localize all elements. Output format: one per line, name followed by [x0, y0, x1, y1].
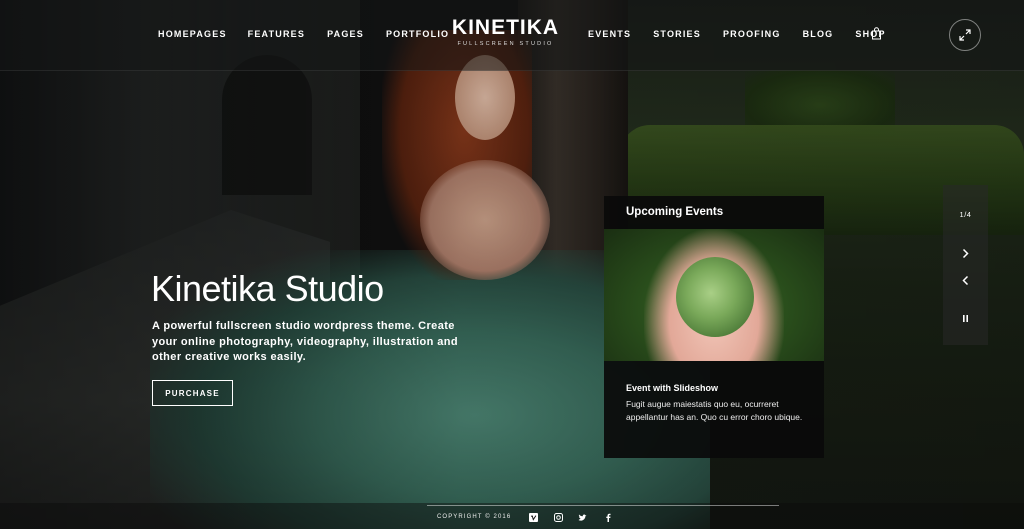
upcoming-events-panel: Upcoming Events Event with Slideshow Fug…: [604, 196, 824, 458]
vignette-overlay: [0, 0, 1024, 529]
logo-title: KINETIKA: [451, 16, 560, 39]
pause-icon[interactable]: [960, 313, 971, 324]
vimeo-icon[interactable]: [529, 513, 538, 522]
facebook-icon[interactable]: [604, 513, 613, 522]
event-description: Fugit augue maiestatis quo eu, ocurreret…: [626, 399, 803, 422]
slider-controls: 1/4: [943, 185, 988, 345]
purchase-button[interactable]: PURCHASE: [152, 380, 233, 406]
expand-icon: [959, 29, 971, 41]
site-logo[interactable]: KINETIKA FULLSCREEN STUDIO: [448, 17, 563, 47]
nav-proofing[interactable]: PROOFING: [723, 29, 781, 39]
nav-events[interactable]: EVENTS: [588, 29, 631, 39]
footer-divider: [427, 505, 779, 506]
hero-description: A powerful fullscreen studio wordpress t…: [152, 320, 458, 363]
nav-features[interactable]: FEATURES: [248, 29, 305, 39]
hero-background: [0, 0, 1024, 529]
site-header: HOMEPAGES FEATURES PAGES PORTFOLIO KINET…: [0, 0, 1024, 71]
event-thumbnail[interactable]: [604, 229, 824, 361]
hero-title: Kinetika Studio: [151, 268, 384, 309]
nav-portfolio[interactable]: PORTFOLIO: [386, 29, 449, 39]
next-arrow-icon[interactable]: [960, 248, 971, 259]
prev-arrow-icon[interactable]: [960, 275, 971, 286]
fullscreen-button[interactable]: [949, 19, 981, 51]
events-heading: Upcoming Events: [626, 206, 724, 218]
instagram-icon[interactable]: [554, 513, 563, 522]
event-title[interactable]: Event with Slideshow: [626, 383, 718, 393]
shopping-bag-icon[interactable]: [871, 27, 882, 40]
main-nav-right: EVENTS STORIES PROOFING BLOG SHOP: [588, 29, 908, 39]
slide-counter: 1/4: [959, 210, 972, 219]
site-footer: [0, 503, 1024, 529]
pine-sprigs-image: [676, 257, 754, 337]
twitter-icon[interactable]: [578, 513, 587, 522]
nav-stories[interactable]: STORIES: [653, 29, 701, 39]
nav-homepages[interactable]: HOMEPAGES: [158, 29, 227, 39]
main-nav-left: HOMEPAGES FEATURES PAGES PORTFOLIO: [158, 29, 471, 39]
nav-blog[interactable]: BLOG: [803, 29, 834, 39]
copyright-text: COPYRIGHT © 2016: [437, 514, 512, 520]
nav-pages[interactable]: PAGES: [327, 29, 364, 39]
logo-subtitle: FULLSCREEN STUDIO: [457, 41, 554, 47]
